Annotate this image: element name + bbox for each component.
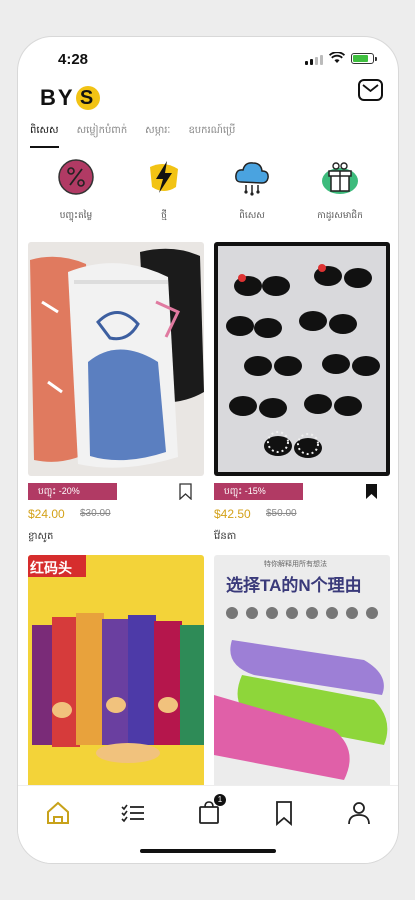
phone-screen: 4:28 BY S ពិសេស សម្លៀកបំពាក់ សម្ភារៈ ឧបករ…: [18, 37, 398, 863]
discount-badge: បញ្ចុះ -15%: [214, 483, 303, 500]
bookmark-icon[interactable]: [269, 798, 299, 828]
category-label: កាដូរសមាជិក: [317, 210, 363, 220]
product-card[interactable]: 红码头: [28, 555, 204, 813]
bottom-navigation: 1: [18, 785, 398, 863]
product-image-chips[interactable]: 红码头: [28, 555, 204, 789]
quick-categories: បញ្ចុះតម្លៃ ថ្មី ពិសេស កាដូរសមាជិក: [18, 157, 398, 223]
category-label: ពិសេស: [239, 210, 265, 220]
cloud-icon: [235, 162, 269, 196]
tab-tools[interactable]: ឧបករណ៍ប្រើ: [188, 123, 235, 148]
cart-count-badge: 1: [214, 794, 226, 806]
category-label: បញ្ចុះតម្លៃ: [59, 210, 93, 220]
tab-featured[interactable]: ពិសេស: [30, 123, 59, 148]
status-bar: 4:28: [18, 37, 398, 81]
gift-icon: [322, 162, 358, 194]
inbox-button[interactable]: [358, 79, 383, 101]
signal-icon: [305, 55, 323, 65]
home-icon[interactable]: [43, 798, 73, 828]
tab-materials[interactable]: សម្ភារៈ: [145, 123, 170, 148]
category-member-gift[interactable]: កាដូរសមាជិក: [305, 157, 375, 223]
product-image-shorts[interactable]: [28, 242, 204, 476]
category-label: ថ្មី: [161, 210, 167, 220]
logo-badge: S: [75, 86, 100, 110]
product-card[interactable]: បញ្ចុះ -20% $24.00 $30.00 ខ្លាសូត: [28, 242, 204, 542]
category-discount[interactable]: បញ្ចុះតម្លៃ: [41, 157, 111, 223]
bookmark-icon[interactable]: [179, 483, 192, 500]
wifi-icon: [329, 52, 345, 63]
lightning-icon: [150, 161, 178, 193]
product-card[interactable]: បញ្ចុះ -15% $42.50 $50.00 វ៉ែនតា: [214, 242, 390, 542]
app-logo[interactable]: BY S: [40, 85, 100, 111]
product-price: $24.00: [28, 507, 65, 521]
bookmark-filled-icon[interactable]: [365, 483, 378, 500]
product-name: ខ្លាសូត: [28, 531, 54, 542]
discount-badge: បញ្ចុះ -20%: [28, 483, 117, 500]
category-special[interactable]: ពិសេស: [217, 157, 287, 223]
home-indicator: [140, 849, 276, 853]
profile-icon[interactable]: [344, 798, 374, 828]
status-time: 4:28: [58, 51, 89, 68]
product-name: វ៉ែនតា: [214, 531, 237, 542]
logo-text: BY: [40, 85, 75, 110]
mail-icon: [362, 84, 379, 93]
battery-icon: [351, 53, 377, 64]
product-old-price: $50.00: [266, 508, 297, 519]
product-image-yoga-mats[interactable]: 特你解释用所有想法 选择TA的N个理由: [214, 555, 390, 789]
category-new[interactable]: ថ្មី: [129, 157, 199, 223]
list-icon[interactable]: [118, 798, 148, 828]
cart-button[interactable]: 1: [194, 794, 226, 828]
product-image-sunglasses[interactable]: [214, 242, 390, 476]
discount-icon: [58, 159, 94, 195]
product-old-price: $30.00: [80, 508, 111, 519]
product-card[interactable]: 特你解释用所有想法 选择TA的N个理由: [214, 555, 390, 812]
product-price: $42.50: [214, 507, 251, 521]
tab-clothing[interactable]: សម្លៀកបំពាក់: [77, 123, 128, 148]
category-tabs: ពិសេស សម្លៀកបំពាក់ សម្ភារៈ ឧបករណ៍ប្រើ: [30, 123, 235, 148]
